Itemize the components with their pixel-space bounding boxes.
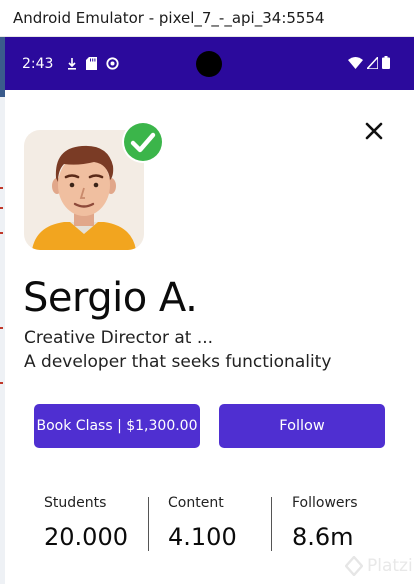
- stat-label: Content: [168, 495, 224, 511]
- stat-students: Students 20.000: [44, 495, 128, 551]
- platzi-watermark: Platzi: [345, 556, 413, 576]
- sd-card-icon: [86, 57, 98, 70]
- sync-icon: [106, 57, 120, 70]
- stat-value: 8.6m: [292, 523, 354, 551]
- watermark-text: Platzi: [367, 556, 413, 576]
- camera-cutout: [196, 51, 222, 77]
- status-time: 2:43: [22, 55, 54, 72]
- verified-badge-icon: [122, 121, 164, 163]
- stat-label: Students: [44, 495, 107, 511]
- stat-content: Content 4.100: [168, 495, 237, 551]
- stat-divider: [148, 497, 149, 551]
- close-icon[interactable]: [363, 120, 385, 142]
- stat-label: Followers: [292, 495, 358, 511]
- profile-stats: Students 20.000 Content 4.100 Followers …: [5, 495, 414, 555]
- battery-icon: [382, 56, 390, 69]
- follow-button[interactable]: Follow: [219, 404, 385, 448]
- profile-role: Creative Director at ...: [24, 328, 214, 348]
- stat-value: 20.000: [44, 523, 128, 551]
- stat-followers: Followers 8.6m: [292, 495, 358, 551]
- profile-name: Sergio A.: [23, 275, 198, 321]
- stat-value: 4.100: [168, 523, 237, 551]
- profile-screen: Sergio A. Creative Director at ... A dev…: [5, 90, 414, 584]
- window-title: Android Emulator - pixel_7_-_api_34:5554: [13, 9, 325, 27]
- download-icon: [68, 57, 77, 70]
- platzi-logo-icon: [345, 556, 363, 576]
- android-status-bar: 2:43: [5, 37, 414, 90]
- book-class-button[interactable]: Book Class | $1,300.00: [34, 404, 200, 448]
- profile-bio: A developer that seeks functionality: [24, 352, 332, 372]
- wifi-icon: [348, 56, 363, 69]
- stat-divider: [271, 497, 272, 551]
- signal-icon: [367, 56, 378, 69]
- emulator-titlebar: Android Emulator - pixel_7_-_api_34:5554: [0, 0, 414, 37]
